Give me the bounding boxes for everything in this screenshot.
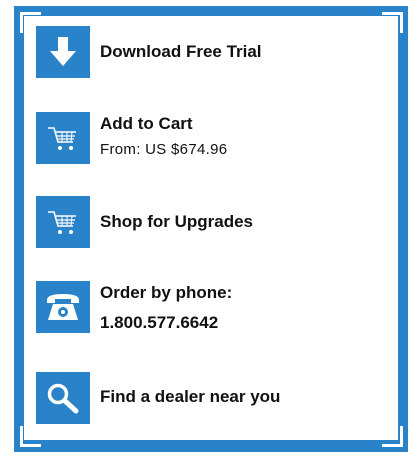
telephone-icon — [36, 281, 90, 333]
add-to-cart-link[interactable]: Add to Cart From: US $674.96 — [36, 112, 386, 166]
shopping-cart-icon — [36, 112, 90, 164]
download-free-trial-link[interactable]: Download Free Trial — [36, 26, 386, 80]
shop-for-upgrades-label: Shop for Upgrades — [100, 212, 254, 231]
order-by-phone-link[interactable]: Order by phone: 1.800.577.6642 — [36, 281, 386, 335]
add-to-cart-label: Add to Cart — [100, 114, 193, 133]
frame-corner-bottom-right — [382, 426, 403, 447]
download-free-trial-label: Download Free Trial — [100, 42, 262, 61]
find-dealer-link[interactable]: Find a dealer near you — [36, 372, 386, 426]
shop-for-upgrades-link[interactable]: Shop for Upgrades — [36, 196, 386, 250]
frame-corner-bottom-left — [20, 426, 41, 447]
find-dealer-label: Find a dealer near you — [100, 387, 281, 406]
price-text: From: US $674.96 — [100, 141, 228, 158]
phone-number: 1.800.577.6642 — [100, 313, 219, 332]
magnifier-icon — [36, 372, 90, 424]
order-by-phone-label: Order by phone: — [100, 283, 233, 302]
shopping-cart-icon — [36, 196, 90, 248]
download-arrow-icon — [36, 26, 90, 78]
